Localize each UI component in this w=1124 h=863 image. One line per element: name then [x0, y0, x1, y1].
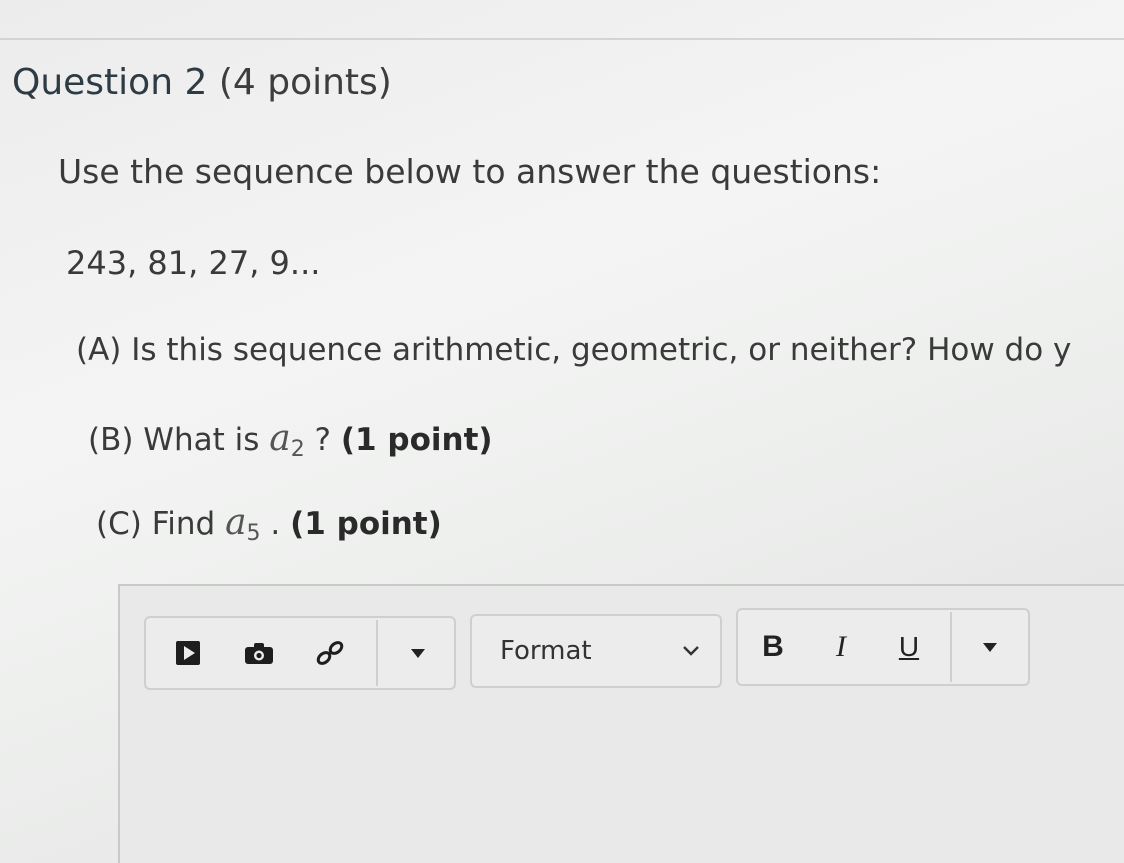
- part-b-points: (1 point): [340, 422, 493, 458]
- format-label: Format: [500, 636, 592, 666]
- link-icon: [316, 641, 344, 665]
- link-button[interactable]: [308, 618, 352, 688]
- sequence-text: 243, 81, 27, 9...: [66, 244, 321, 282]
- insert-dropdown-button[interactable]: [382, 618, 454, 688]
- part-b-suffix: ?: [304, 422, 341, 458]
- caret-down-icon: [983, 642, 997, 652]
- divider: [0, 38, 1124, 40]
- part-c-variable: a: [225, 502, 247, 543]
- italic-label: I: [836, 630, 846, 663]
- format-select[interactable]: Format: [470, 614, 722, 688]
- part-a: (A) Is this sequence arithmetic, geometr…: [76, 332, 1072, 368]
- chevron-down-icon: [682, 616, 700, 686]
- part-c-prefix: (C) Find: [96, 506, 226, 542]
- bold-button[interactable]: B: [748, 610, 798, 684]
- part-c-points: (1 point): [290, 506, 442, 542]
- toolbar-text-style-group: B I U: [736, 608, 1030, 686]
- part-c-suffix: .: [260, 506, 291, 542]
- part-b-subscript: 2: [290, 437, 305, 462]
- underline-label: U: [898, 631, 920, 662]
- question-header: Question 2 (4 points): [12, 62, 392, 103]
- question-intro: Use the sequence below to answer the que…: [58, 152, 882, 191]
- underline-button[interactable]: U: [884, 610, 934, 684]
- question-points: (4 points): [218, 62, 392, 103]
- bold-label: B: [762, 630, 784, 663]
- part-b-prefix: (B) What is: [88, 422, 270, 458]
- page: Question 2 (4 points) Use the sequence b…: [0, 0, 1124, 863]
- toolbar-separator: [376, 620, 378, 686]
- toolbar-insert-group: [144, 616, 456, 690]
- caret-down-icon: [411, 648, 425, 658]
- media-button[interactable]: [166, 618, 210, 688]
- part-b: (B) What is a2 ? (1 point): [88, 418, 493, 462]
- play-media-icon: [176, 641, 200, 665]
- toolbar-separator: [950, 612, 952, 682]
- question-number: Question 2: [12, 62, 208, 103]
- part-c: (C) Find a5 . (1 point): [96, 502, 442, 546]
- part-c-subscript: 5: [246, 521, 261, 546]
- part-b-variable: a: [269, 418, 291, 459]
- italic-button[interactable]: I: [816, 610, 866, 684]
- more-formatting-dropdown-button[interactable]: [954, 610, 1026, 684]
- camera-icon: [245, 643, 273, 664]
- image-button[interactable]: [236, 618, 282, 688]
- rich-text-editor[interactable]: Format B I U: [118, 584, 1124, 863]
